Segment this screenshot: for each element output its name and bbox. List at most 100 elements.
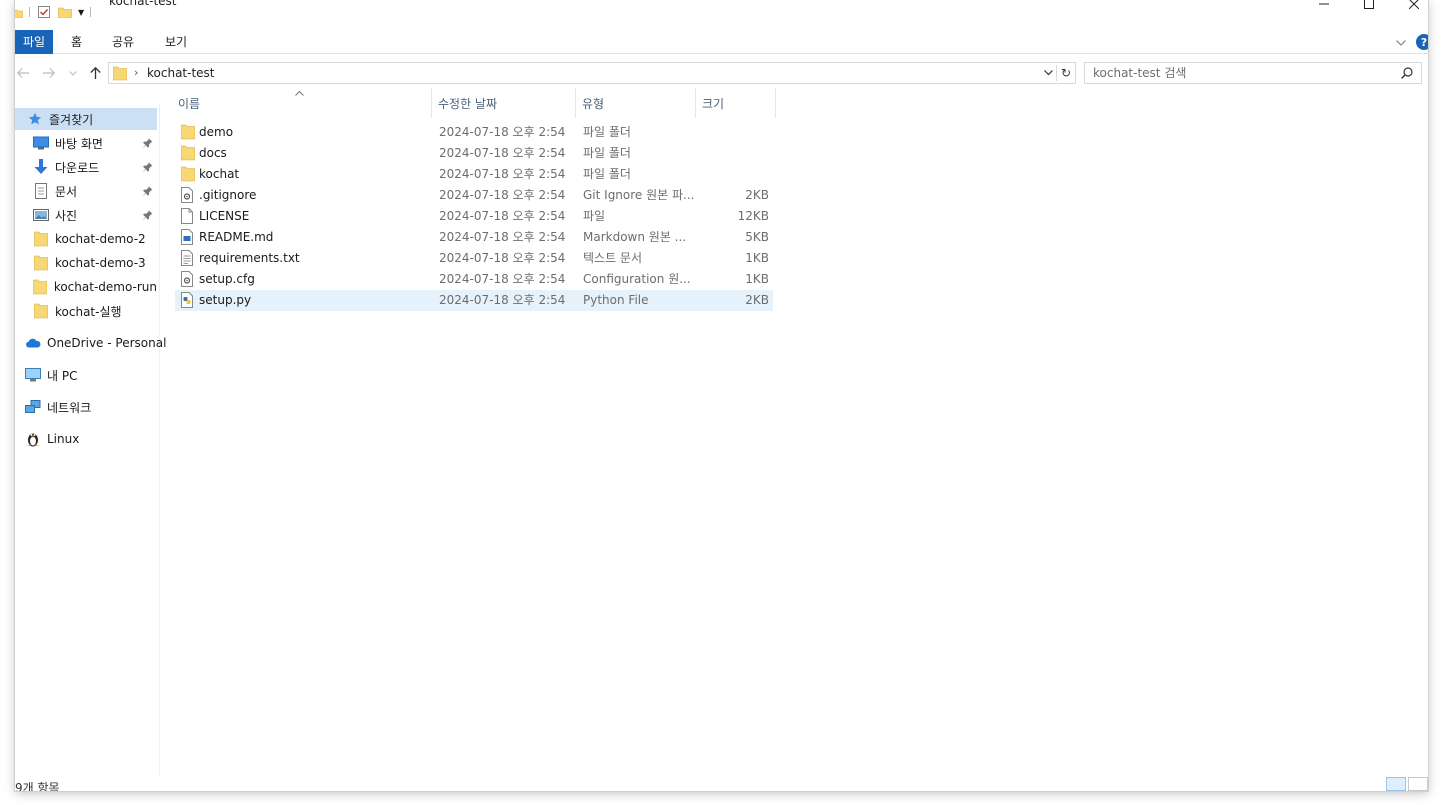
sidebar-item-quick-access[interactable]: 즐겨찾기 <box>15 108 157 130</box>
file-name: LICENSE <box>199 209 250 223</box>
folder-icon[interactable] <box>15 7 24 19</box>
maximize-button[interactable] <box>1354 0 1384 14</box>
address-actions: ↻ <box>1040 63 1075 83</box>
window-title: kochat-test <box>109 0 177 8</box>
file-size <box>695 122 769 143</box>
table-row[interactable]: setup.py 2024-07-18 오후 2:54 Python File … <box>175 290 773 311</box>
search-input[interactable] <box>1093 66 1383 80</box>
sidebar-item-label: 즐겨찾기 <box>49 112 94 127</box>
file-modified: 2024-07-18 오후 2:54 <box>439 230 566 244</box>
document-icon <box>33 183 49 199</box>
pin-icon[interactable] <box>143 161 153 175</box>
table-row[interactable]: .gitignore 2024-07-18 오후 2:54 Git Ignore… <box>175 185 773 206</box>
file-size: 12KB <box>737 209 769 223</box>
text-file-icon <box>181 250 197 266</box>
address-dropdown-icon[interactable] <box>1040 70 1056 76</box>
table-row[interactable]: LICENSE 2024-07-18 오후 2:54 파일 12KB <box>175 206 773 227</box>
navigation-pane: 즐겨찾기 바탕 화면 다운로드 문서 사진 kochat-demo-2 koch… <box>15 104 166 776</box>
pin-icon[interactable] <box>143 137 153 151</box>
search-box[interactable] <box>1084 62 1422 84</box>
column-header-modified[interactable]: 수정한 날짜 <box>432 88 576 118</box>
sidebar-item-downloads[interactable]: 다운로드 <box>15 156 157 178</box>
table-row[interactable]: README.md 2024-07-18 오후 2:54 Markdown 원본… <box>175 227 773 248</box>
ribbon-tabs: 파일 홈 공유 보기 ? <box>15 30 1428 54</box>
column-header-size[interactable]: 크기 <box>696 88 776 118</box>
pin-icon[interactable] <box>143 209 153 223</box>
breadcrumb-separator-icon[interactable]: › <box>134 66 138 79</box>
refresh-icon[interactable]: ↻ <box>1057 66 1075 80</box>
sidebar-item-label: kochat-demo-run <box>53 280 157 294</box>
file-size: 2KB <box>745 188 769 202</box>
file-name: .gitignore <box>199 188 257 202</box>
up-button[interactable] <box>87 62 103 84</box>
view-toggle <box>1386 777 1428 791</box>
sidebar-item-linux[interactable]: Linux <box>15 428 157 450</box>
file-size <box>695 164 769 185</box>
file-name: kochat <box>199 167 240 181</box>
address-bar[interactable]: › kochat-test ↻ <box>108 62 1076 84</box>
sidebar-item-kochat-demo-3[interactable]: kochat-demo-3 <box>15 252 157 274</box>
file-type: Markdown 원본 ... <box>583 230 687 244</box>
folder-icon <box>33 279 48 295</box>
column-header-label: 이름 <box>178 96 201 111</box>
sidebar-item-this-pc[interactable]: 내 PC <box>15 364 157 386</box>
sidebar-item-label: 문서 <box>55 184 78 199</box>
help-icon[interactable]: ? <box>1416 34 1428 50</box>
table-row[interactable]: requirements.txt 2024-07-18 오후 2:54 텍스트 … <box>175 248 773 269</box>
folder-icon <box>33 255 49 271</box>
file-modified: 2024-07-18 오후 2:54 <box>439 293 566 307</box>
details-view-icon[interactable] <box>1386 777 1406 791</box>
sidebar-item-label: kochat-demo-3 <box>55 256 146 270</box>
file-name: demo <box>199 125 234 139</box>
sidebar-item-kochat-demo-run[interactable]: kochat-demo-run <box>15 276 157 298</box>
folder-icon <box>180 166 197 182</box>
search-icon[interactable] <box>1401 67 1413 82</box>
tab-share[interactable]: 공유 <box>104 30 142 54</box>
table-row[interactable]: docs 2024-07-18 오후 2:54 파일 폴더 <box>175 143 773 164</box>
column-header-type[interactable]: 유형 <box>576 88 696 118</box>
back-button[interactable] <box>15 62 31 84</box>
large-icons-view-icon[interactable] <box>1408 777 1428 791</box>
forward-button[interactable] <box>41 62 57 84</box>
file-icon <box>181 208 197 224</box>
minimize-button[interactable] <box>1309 0 1339 14</box>
file-name: requirements.txt <box>199 251 300 265</box>
sidebar-item-label: Linux <box>47 432 80 446</box>
tab-view[interactable]: 보기 <box>157 30 195 54</box>
sidebar-item-network[interactable]: 네트워크 <box>15 396 157 418</box>
sidebar-item-kochat-run[interactable]: kochat-실행 <box>15 300 157 322</box>
sidebar-item-pictures[interactable]: 사진 <box>15 204 157 226</box>
file-modified: 2024-07-18 오후 2:54 <box>439 188 566 202</box>
sidebar-item-documents[interactable]: 문서 <box>15 180 157 202</box>
folder-icon <box>112 65 128 84</box>
title-bar: ▼ kochat-test <box>15 0 1428 24</box>
file-size <box>695 143 769 164</box>
table-row[interactable]: setup.cfg 2024-07-18 오후 2:54 Configurati… <box>175 269 773 290</box>
file-modified: 2024-07-18 오후 2:54 <box>439 146 566 160</box>
sidebar-item-label: kochat-demo-2 <box>55 232 146 246</box>
properties-icon[interactable] <box>38 6 50 18</box>
navigation-bar: › kochat-test ↻ <box>15 60 1428 86</box>
table-row[interactable]: kochat 2024-07-18 오후 2:54 파일 폴더 <box>175 164 773 185</box>
recent-locations-button[interactable] <box>67 62 79 84</box>
file-modified: 2024-07-18 오후 2:54 <box>439 209 566 223</box>
file-type: Python File <box>583 293 649 307</box>
sidebar-item-desktop[interactable]: 바탕 화면 <box>15 132 157 154</box>
python-file-icon <box>181 292 197 308</box>
new-folder-icon[interactable] <box>57 6 73 19</box>
file-type: 텍스트 문서 <box>583 251 643 265</box>
tab-file[interactable]: 파일 <box>15 30 54 54</box>
table-row[interactable]: demo 2024-07-18 오후 2:54 파일 폴더 <box>175 122 773 143</box>
chevron-down-icon[interactable]: ▼ <box>78 8 84 17</box>
sidebar-item-onedrive[interactable]: OneDrive - Personal <box>15 332 166 354</box>
expand-ribbon-icon[interactable] <box>1396 36 1406 49</box>
quick-access-toolbar: ▼ <box>15 6 92 19</box>
close-button[interactable] <box>1399 0 1428 14</box>
breadcrumb-current[interactable]: kochat-test <box>147 66 215 80</box>
file-modified: 2024-07-18 오후 2:54 <box>439 251 566 265</box>
star-icon <box>27 111 43 127</box>
column-header-label: 유형 <box>582 96 605 111</box>
sidebar-item-kochat-demo-2[interactable]: kochat-demo-2 <box>15 228 157 250</box>
pin-icon[interactable] <box>143 185 153 199</box>
tab-home[interactable]: 홈 <box>63 30 90 54</box>
